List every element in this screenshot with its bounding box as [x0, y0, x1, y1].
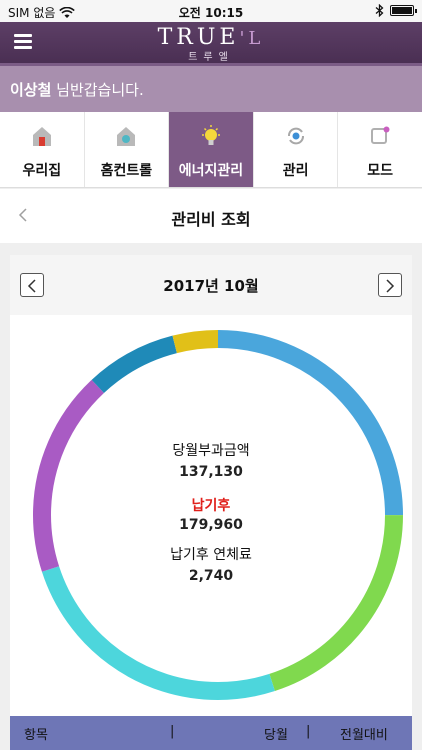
after-due-value: 179,960	[179, 517, 243, 533]
charge-value: 137,130	[179, 464, 243, 480]
main-tabs: 우리집 홈컨트롤 에너지관리 관리 모드	[0, 112, 422, 188]
app-logo: TRUE'L 트루엘	[157, 25, 265, 63]
after-due-label: 납기후	[191, 498, 231, 514]
col-separator: |	[306, 724, 311, 739]
user-name: 이상철	[10, 81, 52, 99]
tab-home-control[interactable]: 홈컨트롤	[85, 112, 170, 187]
charge-block: 당월부과금액 137,130	[10, 440, 412, 480]
after-due-block: 납기후 179,960	[10, 495, 412, 533]
chevron-right-icon	[386, 279, 395, 293]
col-item-header: 항목	[24, 728, 48, 743]
tab-manage[interactable]: 관리	[254, 112, 339, 187]
clock: 오전 10:15	[178, 6, 244, 20]
next-month-button[interactable]	[378, 273, 402, 297]
late-fee-block: 납기후 연체료 2,740	[10, 544, 412, 584]
table-header: 항목 | 당월 | 전월대비	[10, 716, 412, 750]
status-bar: SIM 없음 오전 10:15	[0, 0, 422, 22]
month-label: 2017년 10월	[163, 277, 259, 295]
tab-energy[interactable]: 에너지관리	[169, 112, 254, 187]
greeting-bar: 이상철 님반갑습니다.	[0, 66, 422, 112]
late-fee-label: 납기후 연체료	[170, 547, 252, 563]
tab-mode[interactable]: 모드	[338, 112, 422, 187]
lightbulb-icon	[201, 125, 220, 145]
col-current-header: 당월	[264, 728, 288, 743]
house-icon	[32, 127, 51, 146]
home-control-icon	[117, 127, 136, 146]
app-bar: TRUE'L 트루엘	[0, 22, 422, 66]
bluetooth-icon	[375, 4, 384, 17]
tab-home[interactable]: 우리집	[0, 112, 85, 187]
col-separator: |	[170, 724, 175, 739]
month-selector: 2017년 10월	[10, 255, 412, 315]
settings-cycle-icon	[287, 127, 304, 145]
sub-header: 관리비 조회	[0, 189, 422, 243]
page-title: 관리비 조회	[171, 210, 251, 229]
charge-label: 당월부과금액	[172, 443, 250, 459]
greeting-text: 님반갑습니다.	[51, 81, 144, 99]
battery-icon	[390, 5, 417, 16]
late-fee-value: 2,740	[188, 568, 234, 584]
mode-icon	[371, 126, 390, 144]
col-compare-header: 전월대비	[340, 728, 388, 743]
